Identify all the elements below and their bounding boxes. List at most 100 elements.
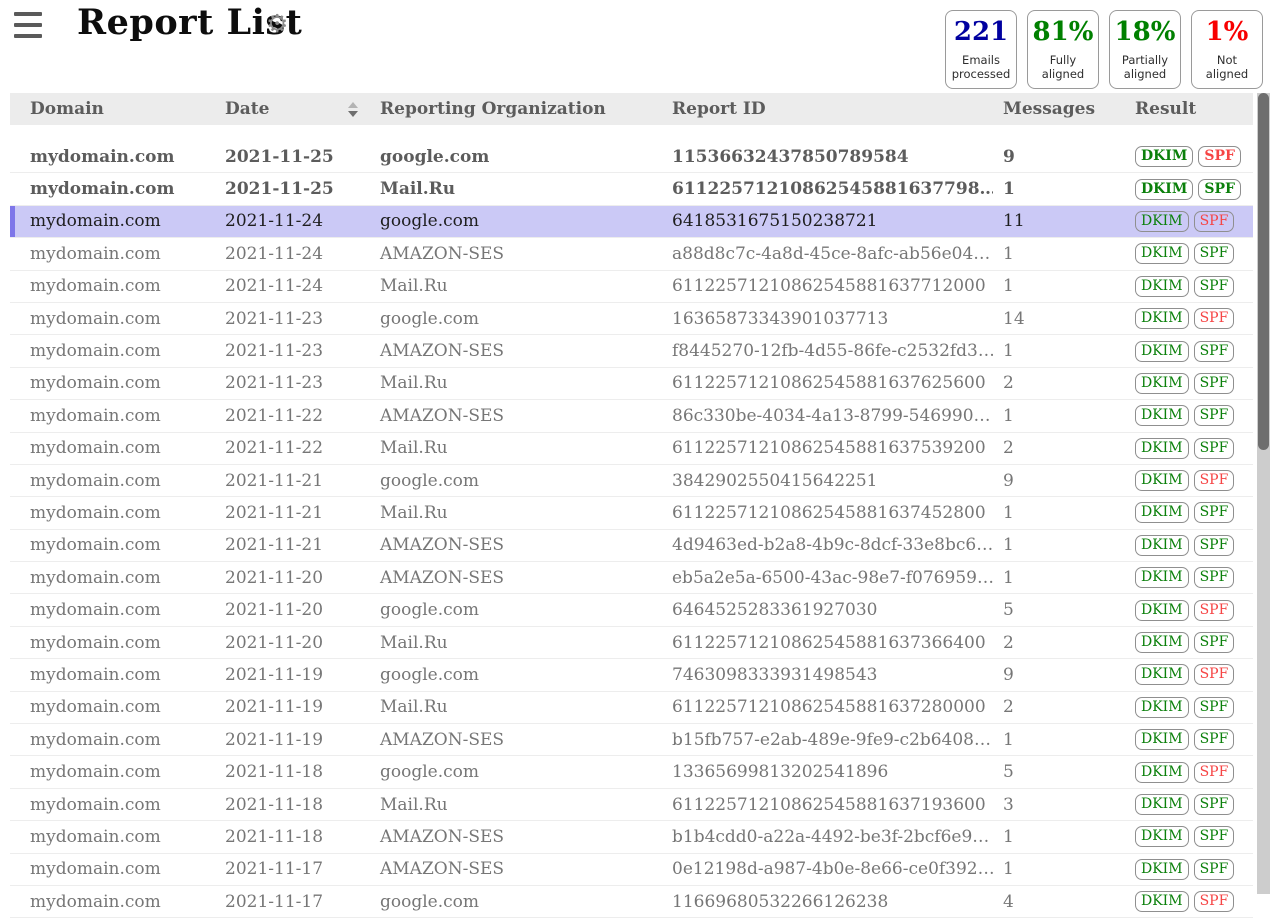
table-row[interactable]: mydomain.com 2021-11-19 google.com 74630…: [10, 659, 1253, 691]
dkim-badge: DKIM: [1135, 567, 1189, 588]
dkim-badge: DKIM: [1135, 535, 1189, 556]
cell-result: DKIM SPF: [1125, 762, 1253, 783]
stat-not-aligned: 1% Not aligned: [1191, 10, 1263, 89]
cell-org: Mail.Ru: [370, 438, 662, 458]
cell-messages: 5: [993, 600, 1125, 620]
cell-date: 2021-11-21: [215, 503, 370, 523]
column-header-date[interactable]: Date: [215, 99, 370, 119]
column-header-date-label: Date: [225, 99, 269, 119]
cell-report-id: 61122571210862545881637452800: [662, 503, 993, 523]
cell-report-id: 3842902550415642251: [662, 471, 993, 491]
cell-org: google.com: [370, 309, 662, 329]
column-header-domain[interactable]: Domain: [10, 99, 215, 119]
stat-fully-aligned: 81% Fully aligned: [1027, 10, 1099, 89]
table-row[interactable]: mydomain.com 2021-11-25 google.com 11536…: [10, 141, 1253, 173]
cell-org: Mail.Ru: [370, 276, 662, 296]
table-row[interactable]: mydomain.com 2021-11-21 AMAZON-SES 4d946…: [10, 530, 1253, 562]
cell-report-id: 61122571210862545881637280000: [662, 697, 993, 717]
cell-domain: mydomain.com: [10, 438, 215, 458]
spf-badge: SPF: [1194, 826, 1235, 847]
table-row[interactable]: mydomain.com 2021-11-25 Mail.Ru 61122571…: [10, 173, 1253, 205]
stat-label: Not aligned: [1194, 53, 1260, 82]
sort-icon[interactable]: [348, 102, 358, 117]
table-row[interactable]: mydomain.com 2021-11-19 Mail.Ru 61122571…: [10, 692, 1253, 724]
table-row[interactable]: mydomain.com 2021-11-17 AMAZON-SES 0e121…: [10, 854, 1253, 886]
table-row[interactable]: mydomain.com 2021-11-24 AMAZON-SES a88d8…: [10, 238, 1253, 270]
table-row[interactable]: mydomain.com 2021-11-24 Mail.Ru 61122571…: [10, 271, 1253, 303]
cell-result: DKIM SPF: [1125, 243, 1253, 264]
cell-date: 2021-11-21: [215, 471, 370, 491]
cell-org: Mail.Ru: [370, 373, 662, 393]
table-row[interactable]: mydomain.com 2021-11-19 AMAZON-SES b15fb…: [10, 724, 1253, 756]
cell-domain: mydomain.com: [10, 535, 215, 555]
scrollbar-track[interactable]: [1257, 93, 1270, 894]
stats-row: 221 Emails processed 81% Fully aligned 1…: [945, 10, 1263, 89]
table-row[interactable]: mydomain.com 2021-11-23 Mail.Ru 61122571…: [10, 368, 1253, 400]
spf-badge: SPF: [1194, 373, 1235, 394]
column-header-result[interactable]: Result: [1125, 99, 1253, 119]
table-row[interactable]: mydomain.com 2021-11-18 google.com 13365…: [10, 756, 1253, 788]
dkim-badge: DKIM: [1135, 859, 1189, 880]
cell-org: google.com: [370, 471, 662, 491]
cell-date: 2021-11-17: [215, 859, 370, 879]
table-row[interactable]: mydomain.com 2021-11-18 Mail.Ru 61122571…: [10, 789, 1253, 821]
table-row[interactable]: mydomain.com 2021-11-20 google.com 64645…: [10, 594, 1253, 626]
dkim-badge: DKIM: [1135, 794, 1189, 815]
stat-label: Emails processed: [948, 53, 1014, 82]
cell-domain: mydomain.com: [10, 503, 215, 523]
scrollbar-thumb[interactable]: [1258, 93, 1269, 450]
table-row[interactable]: mydomain.com 2021-11-18 AMAZON-SES b1b4c…: [10, 821, 1253, 853]
dkim-badge: DKIM: [1135, 341, 1189, 362]
spf-badge: SPF: [1194, 405, 1235, 426]
table-row[interactable]: mydomain.com 2021-11-21 Mail.Ru 61122571…: [10, 497, 1253, 529]
cell-org: AMAZON-SES: [370, 341, 662, 361]
cell-messages: 2: [993, 697, 1125, 717]
spf-badge: SPF: [1198, 146, 1241, 167]
sort-desc-icon: [348, 111, 358, 117]
dkim-badge: DKIM: [1135, 308, 1189, 329]
cell-result: DKIM SPF: [1125, 276, 1253, 297]
column-header-report-id[interactable]: Report ID: [662, 99, 993, 119]
dkim-badge: DKIM: [1135, 826, 1189, 847]
cell-date: 2021-11-25: [215, 179, 370, 199]
cell-domain: mydomain.com: [10, 179, 215, 199]
table-row[interactable]: mydomain.com 2021-11-17 google.com 11669…: [10, 886, 1253, 918]
dkim-badge: DKIM: [1135, 405, 1189, 426]
cell-domain: mydomain.com: [10, 471, 215, 491]
stat-label: Fully aligned: [1030, 53, 1096, 82]
column-header-reporting-organization[interactable]: Reporting Organization: [370, 99, 662, 119]
spf-badge: SPF: [1194, 729, 1235, 750]
cell-org: google.com: [370, 600, 662, 620]
cell-messages: 1: [993, 568, 1125, 588]
table-row[interactable]: mydomain.com 2021-11-23 google.com 16365…: [10, 303, 1253, 335]
cell-date: 2021-11-22: [215, 406, 370, 426]
cell-domain: mydomain.com: [10, 665, 215, 685]
cell-messages: 1: [993, 276, 1125, 296]
cell-result: DKIM SPF: [1125, 502, 1253, 523]
table-row[interactable]: mydomain.com 2021-11-22 Mail.Ru 61122571…: [10, 433, 1253, 465]
cell-date: 2021-11-20: [215, 568, 370, 588]
column-header-messages[interactable]: Messages: [993, 99, 1125, 119]
table-row[interactable]: mydomain.com 2021-11-20 AMAZON-SES eb5a2…: [10, 562, 1253, 594]
table-row[interactable]: mydomain.com 2021-11-23 AMAZON-SES f8445…: [10, 335, 1253, 367]
cell-result: DKIM SPF: [1125, 470, 1253, 491]
cell-report-id: eb5a2e5a-6500-43ac-98e7-f076959…: [662, 568, 993, 588]
cell-domain: mydomain.com: [10, 730, 215, 750]
table-row[interactable]: mydomain.com 2021-11-21 google.com 38429…: [10, 465, 1253, 497]
table-row[interactable]: mydomain.com 2021-11-22 AMAZON-SES 86c33…: [10, 400, 1253, 432]
table-row[interactable]: mydomain.com 2021-11-20 Mail.Ru 61122571…: [10, 627, 1253, 659]
cell-report-id: 16365873343901037713: [662, 309, 993, 329]
cell-messages: 9: [993, 147, 1125, 167]
cell-date: 2021-11-19: [215, 730, 370, 750]
cell-org: Mail.Ru: [370, 179, 662, 199]
stat-value: 18%: [1112, 18, 1178, 48]
menu-icon[interactable]: [14, 12, 42, 38]
table-row[interactable]: mydomain.com 2021-11-24 google.com 64185…: [10, 206, 1253, 238]
dkim-badge: DKIM: [1135, 470, 1189, 491]
gear-icon[interactable]: ⚙: [266, 11, 288, 36]
cell-result: DKIM SPF: [1125, 664, 1253, 685]
cell-org: AMAZON-SES: [370, 730, 662, 750]
cell-org: AMAZON-SES: [370, 406, 662, 426]
cell-result: DKIM SPF: [1125, 146, 1253, 167]
spf-badge: SPF: [1194, 762, 1235, 783]
